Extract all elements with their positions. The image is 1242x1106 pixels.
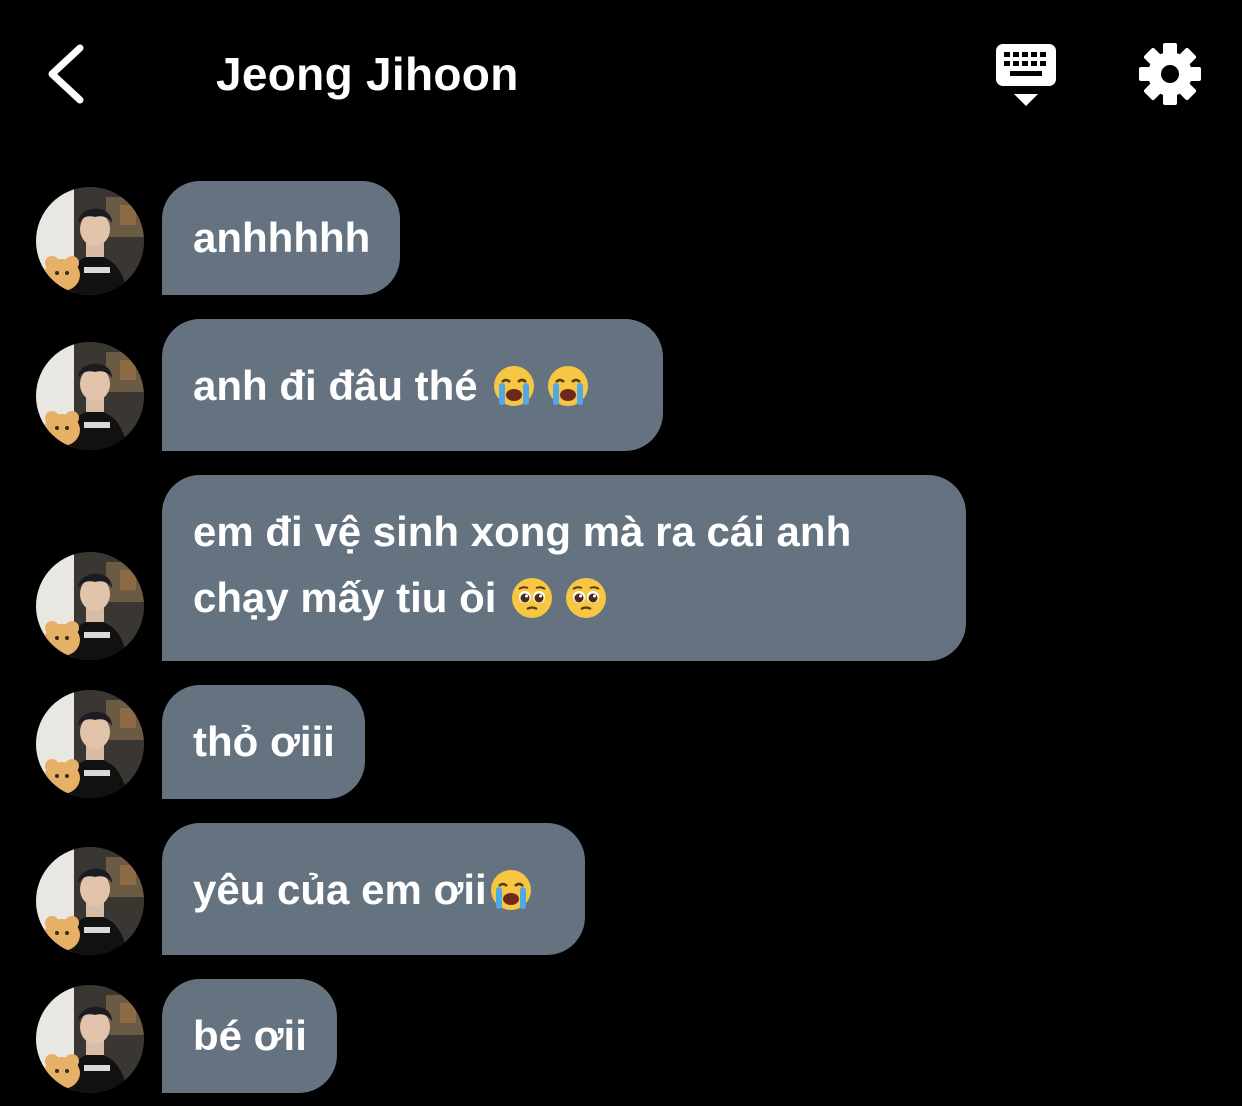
message-bubble[interactable]: anhhhhh [162,181,401,295]
avatar[interactable] [36,847,144,955]
avatar[interactable] [36,187,144,295]
message-text: yêu của em ơii [193,866,487,913]
chat-header: Jeong Jihoon [0,0,1242,150]
avatar[interactable] [36,985,144,1093]
avatar[interactable] [36,552,144,660]
message-bubble[interactable]: bé ơii [162,979,337,1093]
message-text-line-2: chạy mấy tiu òi [193,574,497,621]
avatar[interactable] [36,690,144,798]
loudly-crying-face-icon [546,364,590,408]
message-text: anhhhhh [193,214,371,261]
message-text: bé ơii [193,1012,307,1059]
message-text-line-2-row: chạy mấy tiu òi [193,565,936,631]
loudly-crying-face-icon [492,364,536,408]
pleading-face-icon [564,576,608,620]
message-bubble[interactable]: anh đi đâu thé [162,319,663,451]
message-bubble[interactable]: thỏ ơiii [162,685,365,799]
chevron-left-icon [48,44,84,104]
gear-icon [1139,43,1201,105]
avatar-photo [36,187,144,295]
message-text-line-1: em đi vệ sinh xong mà ra cái anh [193,508,852,555]
settings-button[interactable] [1138,42,1202,106]
pleading-face-icon [510,576,554,620]
avatar-photo [36,985,144,1093]
loudly-crying-face-icon [489,868,533,912]
message-text: anh đi đâu thé [193,362,478,409]
message-text: thỏ ơiii [193,718,335,765]
avatar[interactable] [36,342,144,450]
page-title: Jeong Jihoon [216,48,519,100]
keyboard-button[interactable] [992,42,1060,108]
avatar-photo [36,342,144,450]
avatar-photo [36,847,144,955]
message-bubble[interactable]: em đi vệ sinh xong mà ra cái anh chạy mấ… [162,475,966,661]
avatar-photo [36,690,144,798]
avatar-photo [36,552,144,660]
back-button[interactable] [40,40,100,108]
keyboard-icon [996,44,1056,106]
chat-screen: Jeong Jihoon anhhhhh anh đi đâu thé em đ… [0,0,1242,1106]
message-bubble[interactable]: yêu của em ơii [162,823,585,955]
